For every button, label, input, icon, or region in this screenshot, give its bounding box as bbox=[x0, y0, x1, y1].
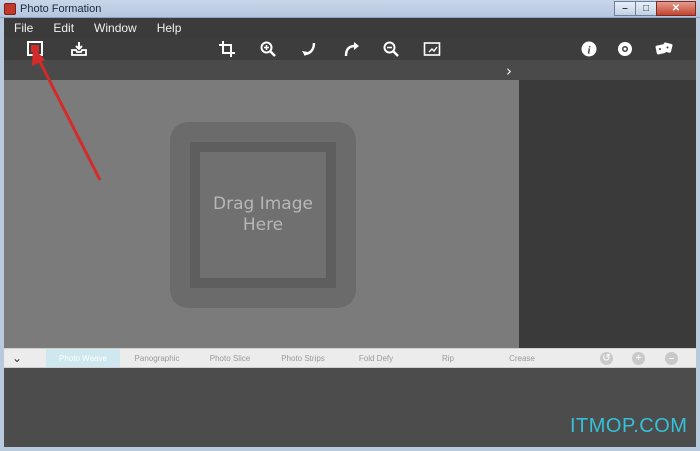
settings-icon[interactable] bbox=[616, 40, 634, 58]
tab-rip[interactable]: Rip bbox=[412, 349, 484, 367]
drop-zone[interactable]: Drag Image Here bbox=[170, 122, 356, 308]
tab-photo-slice[interactable]: Photo Slice bbox=[194, 349, 266, 367]
remove-icon[interactable]: – bbox=[665, 352, 678, 365]
random-dice-icon[interactable] bbox=[655, 40, 673, 58]
add-icon[interactable]: + bbox=[632, 352, 645, 365]
tab-panographic[interactable]: Panographic bbox=[120, 349, 194, 367]
app-icon bbox=[4, 3, 16, 15]
info-icon[interactable]: i bbox=[580, 40, 598, 58]
window-controls: – □ ✕ bbox=[614, 1, 696, 17]
reset-icon[interactable]: ↺ bbox=[600, 352, 613, 365]
tab-fold-defy[interactable]: Fold Defy bbox=[340, 349, 412, 367]
menu-edit[interactable]: Edit bbox=[53, 21, 74, 35]
fit-screen-icon[interactable] bbox=[423, 40, 441, 58]
window-title: Photo Formation bbox=[20, 3, 102, 15]
options-strip: › bbox=[4, 60, 696, 80]
image-canvas[interactable]: Drag Image Here bbox=[4, 80, 519, 348]
minimize-button[interactable]: – bbox=[614, 1, 636, 16]
menu-file[interactable]: File bbox=[14, 21, 33, 35]
expand-panel-icon[interactable]: › bbox=[506, 62, 512, 80]
effects-tab-bar: ⌄ Photo Weave Panographic Photo Slice Ph… bbox=[4, 348, 696, 368]
side-panel bbox=[519, 80, 696, 348]
zoom-in-icon[interactable] bbox=[259, 40, 277, 58]
open-image-icon[interactable] bbox=[26, 40, 44, 58]
tab-crease[interactable]: Crease bbox=[484, 349, 560, 367]
toolbar: i bbox=[4, 38, 696, 60]
menu-help[interactable]: Help bbox=[157, 21, 182, 35]
save-icon[interactable] bbox=[70, 40, 88, 58]
tab-photo-weave[interactable]: Photo Weave bbox=[46, 349, 120, 367]
crop-icon[interactable] bbox=[218, 40, 236, 58]
collapse-icon[interactable]: ⌄ bbox=[12, 351, 22, 365]
close-button[interactable]: ✕ bbox=[656, 1, 696, 16]
drop-frame: Drag Image Here bbox=[190, 142, 336, 288]
menu-bar: File Edit Window Help bbox=[0, 18, 700, 38]
drop-zone-label: Drag Image Here bbox=[213, 194, 313, 235]
title-bar: Photo Formation – □ ✕ bbox=[0, 0, 700, 18]
watermark: ITMOP.COM bbox=[570, 415, 688, 437]
rotate-left-icon[interactable] bbox=[300, 40, 318, 58]
zoom-out-icon[interactable] bbox=[382, 40, 400, 58]
tab-photo-strips[interactable]: Photo Strips bbox=[266, 349, 340, 367]
rotate-right-icon[interactable] bbox=[342, 40, 360, 58]
menu-window[interactable]: Window bbox=[94, 21, 137, 35]
maximize-button[interactable]: □ bbox=[635, 1, 657, 16]
